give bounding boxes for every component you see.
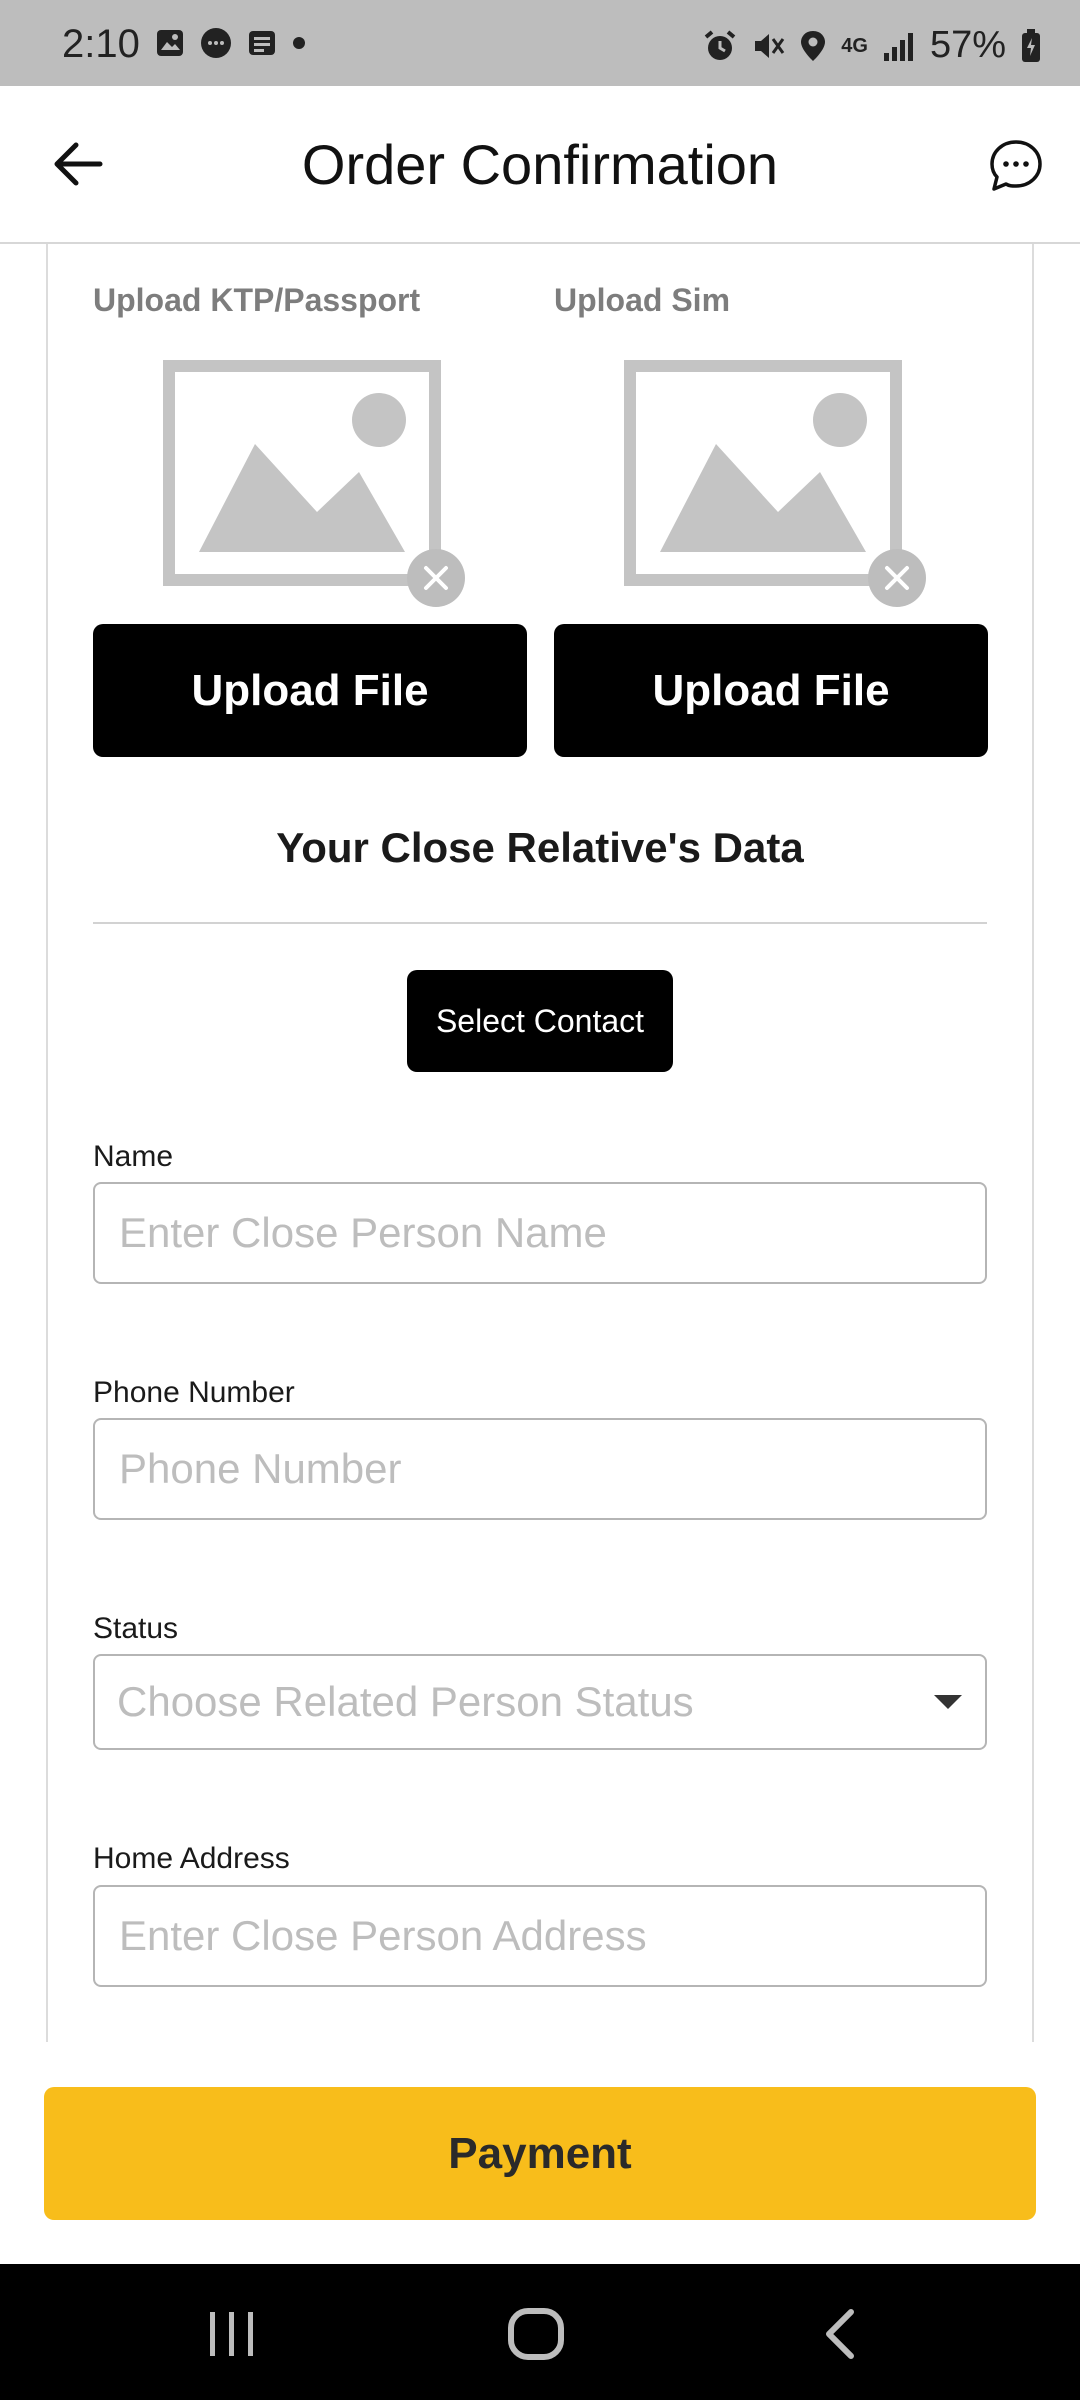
nav-back-button[interactable] [800,2294,880,2374]
message-notification-icon [201,28,231,58]
app-bar: Order Confirmation [0,86,1080,244]
system-nav-bar [0,2264,1080,2400]
card-border-left [46,244,48,2042]
battery-percent: 57% [929,24,1006,66]
home-button[interactable] [496,2294,576,2374]
section-title: Your Close Relative's Data [276,824,804,871]
status-label: Status [93,1612,179,1645]
notification-icons [155,26,307,60]
gallery-notification-icon [157,30,183,56]
status-select[interactable]: Choose Related Person Status [93,1654,987,1750]
close-icon [424,566,448,590]
signal-icon [883,32,913,61]
divider [93,922,987,924]
sim-upload-label: Upload Sim [554,282,731,318]
network-type: 4G [841,34,868,57]
phone-input[interactable] [93,1418,987,1520]
select-contact-button[interactable]: Select Contact [407,970,673,1072]
recents-icon [210,2312,253,2356]
alarm-icon [704,29,736,60]
card-border-right [1032,244,1034,2042]
ktp-upload-label: Upload KTP/Passport [93,282,421,318]
battery-icon [1022,28,1040,62]
location-icon [801,30,826,61]
name-input[interactable] [93,1182,987,1284]
home-icon [508,2308,564,2360]
more-notifications-dot-icon [293,37,305,49]
address-label: Home Address [93,1842,290,1875]
name-label: Name [93,1140,174,1173]
chat-bubble-icon [990,140,1042,191]
payment-bar: Payment [0,2042,1080,2264]
upload-ktp-button[interactable]: Upload File [93,624,527,757]
remove-ktp-button[interactable] [407,549,465,607]
system-icons: 4G 57% [703,24,1042,67]
phone-label: Phone Number [93,1376,295,1409]
address-input[interactable] [93,1885,987,1987]
status-bar: 2:10 4G 57% [0,0,1080,86]
page-title: Order Confirmation [301,133,779,196]
dropdown-caret-icon [934,1695,962,1709]
status-time: 2:10 [62,22,140,66]
upload-sim-button[interactable]: Upload File [554,624,988,757]
status-select-placeholder: Choose Related Person Status [117,1678,694,1725]
close-icon [885,566,909,590]
nav-back-icon [826,2309,854,2359]
mute-icon [755,33,785,58]
image-placeholder-icon [624,360,902,586]
news-notification-icon [249,31,275,55]
recents-button[interactable] [192,2294,272,2374]
chat-button[interactable] [984,134,1048,198]
payment-button[interactable]: Payment [44,2087,1036,2220]
image-placeholder-icon [163,360,441,586]
remove-sim-button[interactable] [868,549,926,607]
